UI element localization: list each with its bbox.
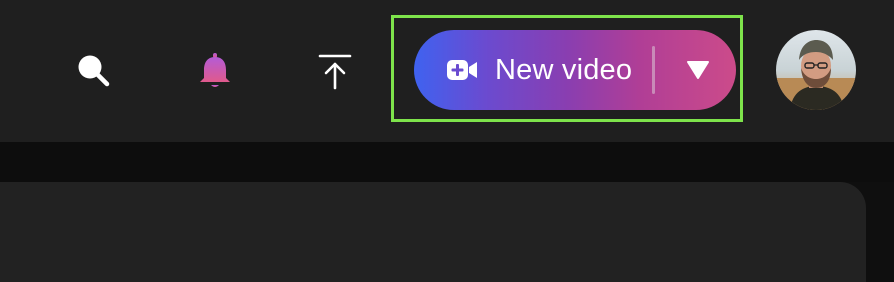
caret-down-icon	[687, 61, 709, 79]
bell-icon	[200, 53, 230, 87]
content-panel	[0, 182, 866, 282]
button-divider	[652, 46, 655, 94]
upload-icon	[318, 54, 352, 90]
new-video-split-button: New video	[414, 30, 736, 110]
content-band	[0, 142, 894, 182]
new-video-button[interactable]: New video	[414, 30, 632, 110]
upload-button[interactable]	[310, 46, 360, 96]
search-button[interactable]	[66, 46, 122, 96]
avatar-image	[776, 30, 856, 110]
new-video-dropdown-button[interactable]	[660, 30, 736, 110]
user-avatar[interactable]	[776, 30, 856, 110]
search-icon	[78, 55, 110, 87]
top-bar: New video	[0, 0, 894, 142]
new-video-label: New video	[495, 53, 633, 86]
video-plus-icon	[447, 60, 477, 80]
notifications-button[interactable]	[190, 46, 240, 96]
